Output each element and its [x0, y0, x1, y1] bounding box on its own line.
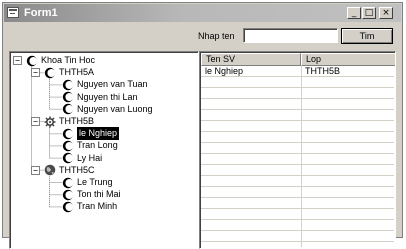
globe-icon	[44, 164, 56, 176]
moon-icon	[62, 177, 74, 189]
form-window: Form1 _ □ × Nhap ten Tim − Khoa Tin Hoc − T…	[2, 2, 403, 249]
table-row[interactable]	[201, 77, 394, 88]
table-row[interactable]	[201, 231, 394, 242]
tree-node[interactable]: THTH5B	[59, 115, 94, 128]
student-grid[interactable]: Ten SV Lop le Nghiep THTH5B	[199, 51, 396, 249]
search-label: Nhap ten	[198, 31, 235, 41]
table-row[interactable]	[201, 176, 394, 187]
table-row[interactable]	[201, 99, 394, 110]
moon-icon	[62, 189, 74, 201]
moon-icon	[62, 128, 74, 140]
table-row[interactable]	[201, 121, 394, 132]
tree-node[interactable]: Ly Hai	[77, 152, 102, 165]
window-title: Form1	[24, 7, 58, 19]
search-button[interactable]: Tim	[341, 28, 393, 44]
moon-icon	[62, 79, 74, 91]
tree-expander[interactable]: −	[13, 56, 22, 65]
table-row[interactable]	[201, 132, 394, 143]
moon-icon	[26, 55, 38, 67]
moon-icon	[62, 91, 74, 103]
tree-node[interactable]: THTH5A	[59, 66, 94, 79]
tree-node-selected[interactable]: le Nghiep	[77, 127, 120, 141]
table-row[interactable]	[201, 165, 394, 176]
table-row[interactable]	[201, 187, 394, 198]
form-client-area: Nhap ten Tim − Khoa Tin Hoc − THTH5A Nguyen …	[5, 24, 400, 249]
tree-expander[interactable]: −	[31, 68, 40, 78]
app-icon	[7, 7, 19, 18]
tree-node[interactable]: Ton thi Mai	[77, 188, 121, 201]
table-row[interactable]	[201, 209, 394, 220]
table-row[interactable]: le Nghiep THTH5B	[201, 66, 394, 77]
column-header-lop[interactable]: Lop	[301, 53, 395, 66]
table-row[interactable]	[201, 110, 394, 121]
tree-node[interactable]: Le Trung	[77, 176, 113, 189]
tree-node[interactable]: Tran Minh	[77, 200, 117, 213]
column-header-ten-sv[interactable]: Ten SV	[201, 53, 301, 66]
moon-icon	[44, 67, 56, 79]
cell-lop[interactable]: THTH5B	[301, 66, 340, 77]
moon-icon	[62, 140, 74, 152]
table-row[interactable]	[201, 143, 394, 154]
moon-icon	[62, 201, 74, 213]
table-row[interactable]	[201, 198, 394, 209]
table-row[interactable]	[201, 220, 394, 231]
column-divider	[301, 66, 302, 247]
moon-icon	[62, 152, 74, 164]
gear-icon	[44, 116, 56, 128]
cell-ten-sv[interactable]: le Nghiep	[201, 66, 243, 77]
maximize-button[interactable]: □	[362, 7, 376, 19]
search-input[interactable]	[243, 28, 338, 43]
moon-icon	[62, 103, 74, 115]
tree-expander[interactable]: −	[31, 165, 40, 175]
tree-node[interactable]: Nguyen van Luong	[77, 103, 153, 116]
tree-node[interactable]: Tran Long	[77, 139, 118, 152]
title-bar[interactable]: Form1 _ □ ×	[4, 4, 401, 22]
close-button[interactable]: ×	[379, 7, 393, 19]
tree-node[interactable]: Khoa Tin Hoc	[41, 54, 95, 67]
tree-node[interactable]: Nguyen van Tuan	[77, 78, 148, 91]
class-tree-view[interactable]: − Khoa Tin Hoc − THTH5A Nguyen van Tuan Nguye…	[9, 51, 199, 249]
table-row[interactable]	[201, 88, 394, 99]
minimize-button[interactable]: _	[347, 7, 361, 19]
table-row[interactable]	[201, 154, 394, 165]
tree-node[interactable]: THTH5C	[59, 164, 95, 177]
tree-expander[interactable]: −	[31, 117, 40, 126]
tree-node[interactable]: Nguyen thi Lan	[77, 91, 138, 104]
